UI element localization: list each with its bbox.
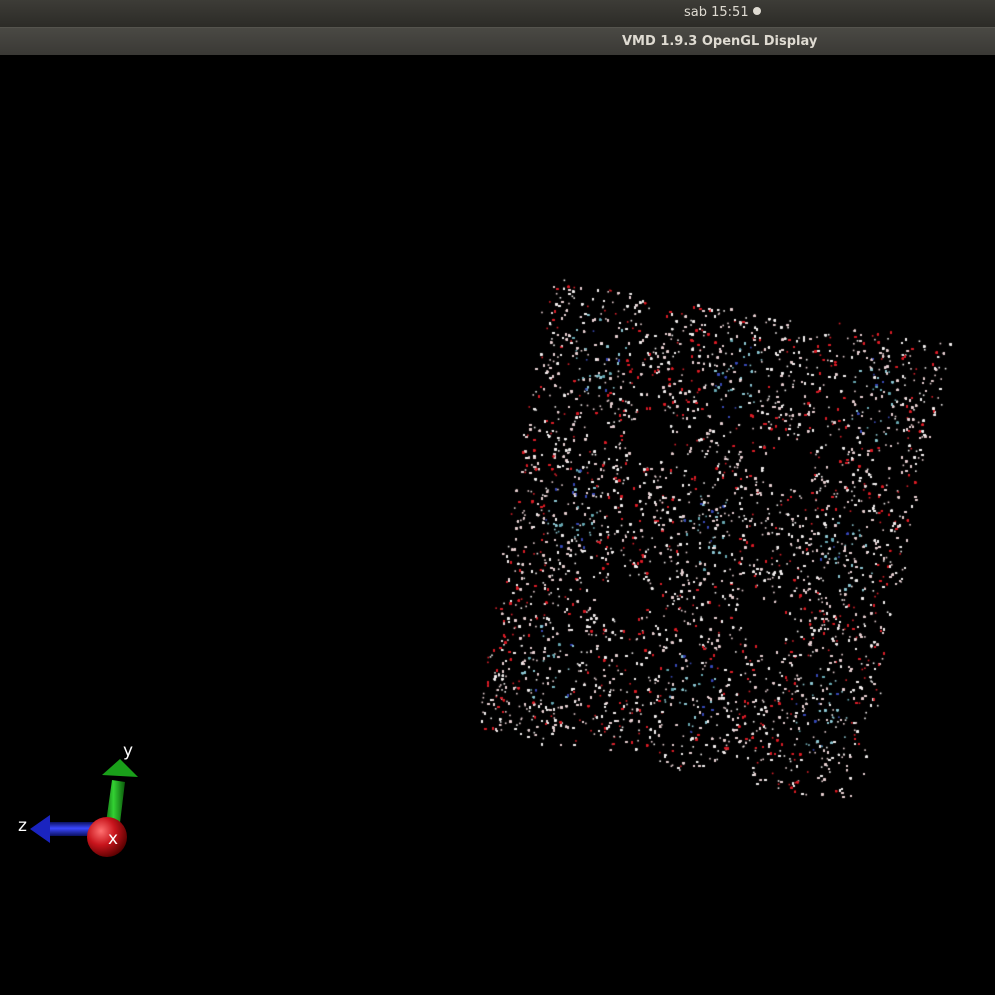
y-axis-label: y	[123, 741, 133, 761]
x-axis-sphere	[87, 817, 127, 857]
notification-dot-icon	[752, 7, 761, 15]
z-axis-label: z	[18, 816, 27, 836]
system-top-bar: sab 15:51	[0, 0, 995, 27]
clock-text: sab 15:51	[684, 5, 749, 20]
axes-indicator: y z x	[18, 741, 138, 857]
window-title: VMD 1.9.3 OpenGL Display	[622, 34, 818, 49]
x-axis-label: x	[108, 829, 118, 849]
system-clock[interactable]: sab 15:51	[684, 5, 761, 20]
opengl-display-viewport[interactable]: y z x	[0, 55, 995, 995]
window-title-bar[interactable]: VMD 1.9.3 OpenGL Display	[0, 27, 995, 55]
